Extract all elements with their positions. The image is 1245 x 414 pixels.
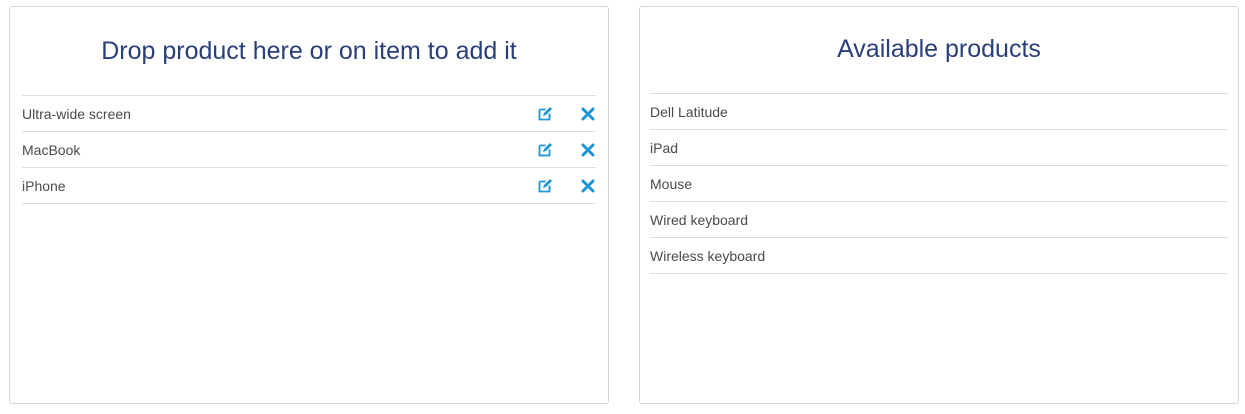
edit-icon[interactable] xyxy=(537,106,553,122)
product-item-draggable[interactable]: Dell Latitude xyxy=(650,94,1228,130)
cart-item[interactable]: Ultra-wide screen xyxy=(22,96,596,132)
edit-icon[interactable] xyxy=(537,178,553,194)
cart-drop-zone[interactable]: Drop product here or on item to add it U… xyxy=(9,6,609,404)
cart-item-label: iPhone xyxy=(22,178,66,194)
cart-list: Ultra-wide screen MacBook iPhone xyxy=(22,95,596,204)
cart-item[interactable]: iPhone xyxy=(22,168,596,204)
cart-item[interactable]: MacBook xyxy=(22,132,596,168)
remove-icon[interactable] xyxy=(580,106,596,122)
product-item-label: Wired keyboard xyxy=(650,212,749,228)
cart-item-label: MacBook xyxy=(22,142,81,158)
cart-title: Drop product here or on item to add it xyxy=(101,37,517,65)
product-item-label: Mouse xyxy=(650,176,693,192)
product-item-draggable[interactable]: Wired keyboard xyxy=(650,202,1228,238)
product-item-label: iPad xyxy=(650,140,679,156)
product-item-draggable[interactable]: iPad xyxy=(650,130,1228,166)
available-products-title: Available products xyxy=(837,35,1041,63)
cart-item-label: Ultra-wide screen xyxy=(22,106,131,122)
product-item-label: Dell Latitude xyxy=(650,104,728,120)
remove-icon[interactable] xyxy=(580,142,596,158)
available-products-list: Dell Latitude iPad Mouse Wired keyboard … xyxy=(650,93,1228,274)
available-products-panel: Available products Dell Latitude iPad Mo… xyxy=(639,6,1239,404)
product-item-draggable[interactable]: Wireless keyboard xyxy=(650,238,1228,274)
product-item-draggable[interactable]: Mouse xyxy=(650,166,1228,202)
edit-icon[interactable] xyxy=(537,142,553,158)
remove-icon[interactable] xyxy=(580,178,596,194)
product-item-label: Wireless keyboard xyxy=(650,248,766,264)
